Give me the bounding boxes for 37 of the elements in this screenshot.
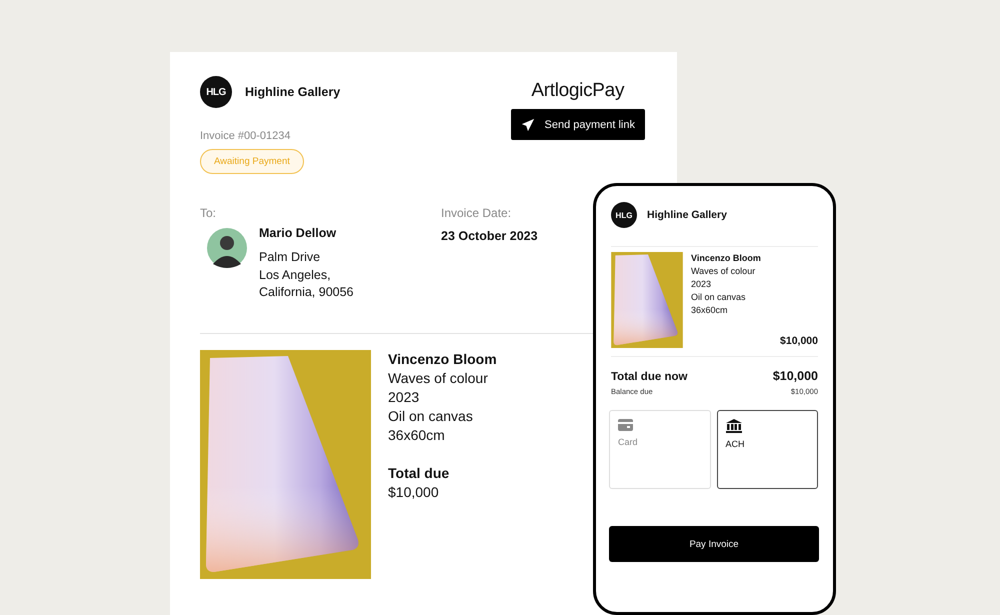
recipient-name: Mario Dellow bbox=[259, 226, 338, 240]
artist-name: Vincenzo Bloom bbox=[388, 350, 497, 368]
total-due-label: Total due bbox=[388, 464, 450, 482]
gallery-name: Highline Gallery bbox=[245, 85, 340, 99]
total-due-amount: $10,000 bbox=[772, 369, 818, 383]
artwork-detail: 2023 bbox=[388, 388, 420, 406]
invoice-date-label: Invoice Date: bbox=[441, 206, 512, 220]
total-due-amount: $10,000 bbox=[388, 482, 440, 502]
payment-method-option[interactable]: ACH bbox=[716, 410, 818, 489]
artwork-detail: Oil on canvas bbox=[388, 406, 474, 426]
artwork-detail: 36x60cm bbox=[691, 304, 729, 317]
gallery-logo: HLG bbox=[611, 202, 637, 228]
artist-name: Vincenzo Bloom bbox=[691, 252, 762, 265]
item-price: $10,000 bbox=[779, 335, 818, 348]
send-payment-link-button[interactable]: Send payment link bbox=[510, 109, 645, 140]
address-line: Palm Drive bbox=[259, 249, 322, 266]
total-due-label: Total due now bbox=[611, 371, 688, 383]
avatar-icon bbox=[207, 228, 247, 268]
invoice-date: 23 October 2023 bbox=[441, 229, 538, 243]
address-line: Los Angeles, bbox=[259, 266, 332, 284]
status-badge: Awaiting Payment bbox=[200, 149, 304, 174]
pay-invoice-button[interactable]: Pay Invoice bbox=[609, 526, 819, 562]
paper-plane-icon bbox=[520, 118, 534, 132]
gallery-name: Highline Gallery bbox=[647, 209, 727, 221]
artwork-detail: 2023 bbox=[691, 278, 712, 291]
artwork-detail: Waves of colour bbox=[691, 265, 756, 278]
payment-method-option[interactable]: Card bbox=[609, 410, 710, 489]
gallery-logo: HLG bbox=[200, 76, 232, 108]
artwork-detail: Oil on canvas bbox=[691, 291, 747, 304]
invoice-number: Invoice #00-01234 bbox=[200, 130, 292, 142]
brand-logo: ArtlogicPay bbox=[531, 80, 624, 102]
to-label: To: bbox=[200, 206, 218, 220]
credit-card-icon bbox=[618, 419, 633, 431]
artwork-detail: Waves of colour bbox=[388, 368, 489, 388]
bank-icon bbox=[726, 419, 742, 433]
artwork-detail: 36x60cm bbox=[388, 426, 446, 444]
address-line: California, 90056 bbox=[259, 284, 354, 301]
